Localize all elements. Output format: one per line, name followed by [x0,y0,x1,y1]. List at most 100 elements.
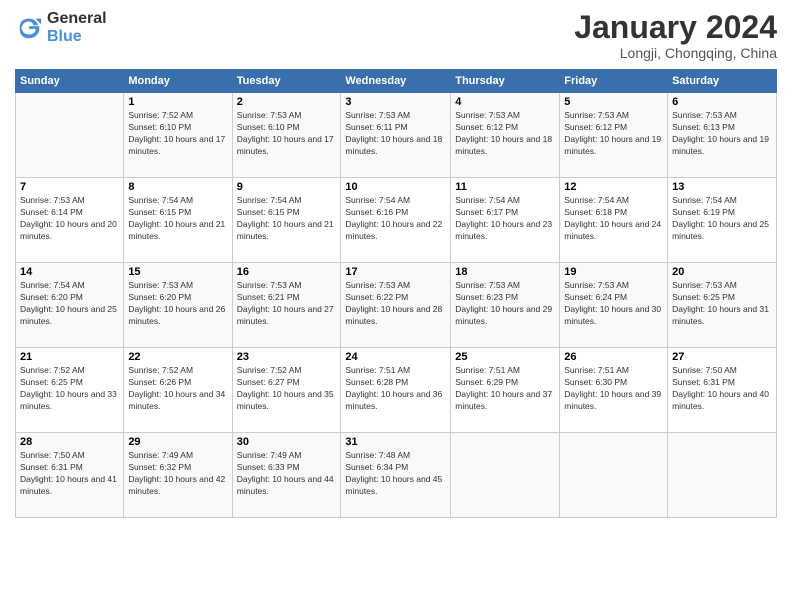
calendar-cell: 29 Sunrise: 7:49 AM Sunset: 6:32 PM Dayli… [124,433,232,518]
calendar-week-1: 1 Sunrise: 7:52 AM Sunset: 6:10 PM Daylig… [16,93,777,178]
weekday-header-monday: Monday [124,70,232,93]
day-number: 8 [128,181,227,193]
day-number: 5 [564,96,663,108]
day-number: 14 [20,266,119,278]
day-number: 22 [128,351,227,363]
calendar-week-4: 21 Sunrise: 7:52 AM Sunset: 6:25 PM Dayli… [16,348,777,433]
day-info: Sunrise: 7:54 AM Sunset: 6:18 PM Dayligh… [564,195,663,243]
day-number: 25 [455,351,555,363]
day-info: Sunrise: 7:53 AM Sunset: 6:25 PM Dayligh… [672,280,772,328]
calendar-cell: 11Sunrise: 7:54 AM Sunset: 6:17 PM Dayli… [451,178,560,263]
calendar-cell: 31Sunrise: 7:48 AM Sunset: 6:34 PM Dayli… [341,433,451,518]
logo-icon [15,14,43,42]
calendar-cell: 18 Sunrise: 7:53 AM Sunset: 6:23 PM Dayli… [451,263,560,348]
day-info: Sunrise: 7:53 AM Sunset: 6:20 PM Dayligh… [128,280,227,328]
day-info: Sunrise: 7:51 AM Sunset: 6:28 PM Dayligh… [345,365,446,413]
weekday-header-tuesday: Tuesday [232,70,341,93]
day-info: Sunrise: 7:54 AM Sunset: 6:20 PM Dayligh… [20,280,119,328]
day-info: Sunrise: 7:53 AM Sunset: 6:10 PM Dayligh… [237,110,337,158]
day-info: Sunrise: 7:53 AM Sunset: 6:12 PM Dayligh… [455,110,555,158]
weekday-header-friday: Friday [560,70,668,93]
calendar-cell: 5 Sunrise: 7:53 AM Sunset: 6:12 PM Daylig… [560,93,668,178]
day-number: 31 [345,436,446,448]
calendar-cell: 2 Sunrise: 7:53 AM Sunset: 6:10 PM Daylig… [232,93,341,178]
day-number: 7 [20,181,119,193]
day-number: 23 [237,351,337,363]
day-number: 28 [20,436,119,448]
calendar-cell [451,433,560,518]
day-number: 19 [564,266,663,278]
calendar-cell: 23 Sunrise: 7:52 AM Sunset: 6:27 PM Dayli… [232,348,341,433]
weekday-header-sunday: Sunday [16,70,124,93]
weekday-header-row: SundayMondayTuesdayWednesdayThursdayFrid… [16,70,777,93]
day-number: 20 [672,266,772,278]
day-number: 21 [20,351,119,363]
calendar-cell: 20 Sunrise: 7:53 AM Sunset: 6:25 PM Dayli… [668,263,777,348]
day-info: Sunrise: 7:52 AM Sunset: 6:10 PM Dayligh… [128,110,227,158]
calendar-cell: 6 Sunrise: 7:53 AM Sunset: 6:13 PM Daylig… [668,93,777,178]
day-info: Sunrise: 7:53 AM Sunset: 6:22 PM Dayligh… [345,280,446,328]
day-number: 13 [672,181,772,193]
day-info: Sunrise: 7:52 AM Sunset: 6:25 PM Dayligh… [20,365,119,413]
weekday-header-saturday: Saturday [668,70,777,93]
calendar-cell: 17 Sunrise: 7:53 AM Sunset: 6:22 PM Dayli… [341,263,451,348]
day-info: Sunrise: 7:54 AM Sunset: 6:15 PM Dayligh… [237,195,337,243]
day-info: Sunrise: 7:52 AM Sunset: 6:27 PM Dayligh… [237,365,337,413]
calendar-cell: 12Sunrise: 7:54 AM Sunset: 6:18 PM Dayli… [560,178,668,263]
day-info: Sunrise: 7:53 AM Sunset: 6:24 PM Dayligh… [564,280,663,328]
weekday-header-thursday: Thursday [451,70,560,93]
calendar-table: SundayMondayTuesdayWednesdayThursdayFrid… [15,69,777,518]
calendar-week-2: 7 Sunrise: 7:53 AM Sunset: 6:14 PM Daylig… [16,178,777,263]
calendar-cell: 9 Sunrise: 7:54 AM Sunset: 6:15 PM Daylig… [232,178,341,263]
weekday-header-wednesday: Wednesday [341,70,451,93]
page-container: General Blue January 2024 Longji, Chongq… [0,0,792,528]
calendar-cell: 13Sunrise: 7:54 AM Sunset: 6:19 PM Dayli… [668,178,777,263]
calendar-cell: 26 Sunrise: 7:51 AM Sunset: 6:30 PM Dayli… [560,348,668,433]
calendar-cell [16,93,124,178]
calendar-cell: 15 Sunrise: 7:53 AM Sunset: 6:20 PM Dayli… [124,263,232,348]
calendar-cell: 30Sunrise: 7:49 AM Sunset: 6:33 PM Dayli… [232,433,341,518]
month-year: January 2024 [574,10,777,45]
calendar-cell: 8 Sunrise: 7:54 AM Sunset: 6:15 PM Daylig… [124,178,232,263]
day-number: 18 [455,266,555,278]
day-info: Sunrise: 7:53 AM Sunset: 6:14 PM Dayligh… [20,195,119,243]
day-info: Sunrise: 7:49 AM Sunset: 6:33 PM Dayligh… [237,450,337,498]
day-info: Sunrise: 7:50 AM Sunset: 6:31 PM Dayligh… [672,365,772,413]
day-info: Sunrise: 7:53 AM Sunset: 6:23 PM Dayligh… [455,280,555,328]
calendar-cell: 27Sunrise: 7:50 AM Sunset: 6:31 PM Dayli… [668,348,777,433]
day-info: Sunrise: 7:53 AM Sunset: 6:11 PM Dayligh… [345,110,446,158]
day-number: 17 [345,266,446,278]
calendar-cell [668,433,777,518]
day-info: Sunrise: 7:51 AM Sunset: 6:30 PM Dayligh… [564,365,663,413]
day-info: Sunrise: 7:53 AM Sunset: 6:13 PM Dayligh… [672,110,772,158]
calendar-cell: 28 Sunrise: 7:50 AM Sunset: 6:31 PM Dayli… [16,433,124,518]
day-info: Sunrise: 7:52 AM Sunset: 6:26 PM Dayligh… [128,365,227,413]
calendar-week-5: 28 Sunrise: 7:50 AM Sunset: 6:31 PM Dayli… [16,433,777,518]
calendar-cell: 3Sunrise: 7:53 AM Sunset: 6:11 PM Daylig… [341,93,451,178]
calendar-cell: 22 Sunrise: 7:52 AM Sunset: 6:26 PM Dayli… [124,348,232,433]
day-number: 24 [345,351,446,363]
day-number: 9 [237,181,337,193]
day-info: Sunrise: 7:54 AM Sunset: 6:15 PM Dayligh… [128,195,227,243]
location: Longji, Chongqing, China [574,45,777,61]
calendar-cell: 14 Sunrise: 7:54 AM Sunset: 6:20 PM Dayli… [16,263,124,348]
day-number: 15 [128,266,227,278]
calendar-cell [560,433,668,518]
day-number: 4 [455,96,555,108]
day-number: 29 [128,436,227,448]
day-number: 6 [672,96,772,108]
logo-text: General Blue [47,10,107,46]
day-number: 1 [128,96,227,108]
day-number: 2 [237,96,337,108]
calendar-cell: 19 Sunrise: 7:53 AM Sunset: 6:24 PM Dayli… [560,263,668,348]
calendar-cell: 10Sunrise: 7:54 AM Sunset: 6:16 PM Dayli… [341,178,451,263]
title-block: January 2024 Longji, Chongqing, China [574,10,777,61]
day-number: 26 [564,351,663,363]
day-info: Sunrise: 7:53 AM Sunset: 6:12 PM Dayligh… [564,110,663,158]
day-number: 11 [455,181,555,193]
day-info: Sunrise: 7:53 AM Sunset: 6:21 PM Dayligh… [237,280,337,328]
day-info: Sunrise: 7:50 AM Sunset: 6:31 PM Dayligh… [20,450,119,498]
page-header: General Blue January 2024 Longji, Chongq… [15,10,777,61]
calendar-cell: 16Sunrise: 7:53 AM Sunset: 6:21 PM Dayli… [232,263,341,348]
day-info: Sunrise: 7:49 AM Sunset: 6:32 PM Dayligh… [128,450,227,498]
